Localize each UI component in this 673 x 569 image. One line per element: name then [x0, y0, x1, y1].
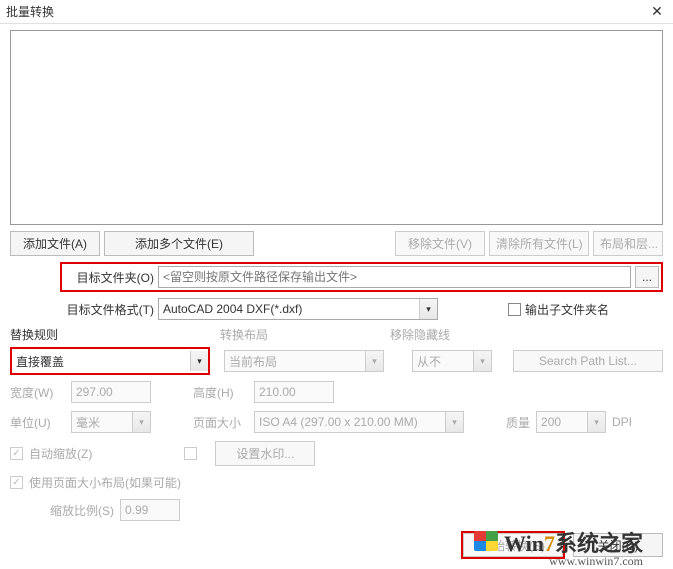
layout-layer-button[interactable]: 布局和层... [593, 231, 663, 256]
replace-rule-highlight: 直接覆盖 ▾ [10, 347, 210, 375]
target-format-select[interactable]: AutoCAD 2004 DXF(*.dxf) ▾ [158, 298, 438, 320]
chevron-down-icon: ▾ [445, 412, 463, 432]
page-layout-row: ✓ 使用页面大小布局(如果可能) [10, 474, 663, 491]
width-input [71, 381, 151, 403]
auto-zoom-checkbox: ✓ [10, 447, 23, 460]
remove-hidden-value: 从不 [413, 353, 473, 370]
content-area: 添加文件(A) 添加多个文件(E) 移除文件(V) 清除所有文件(L) 布局和层… [0, 24, 673, 539]
chevron-down-icon: ▾ [419, 299, 437, 319]
set-watermark-button[interactable]: 设置水印... [215, 441, 315, 466]
window-title: 批量转换 [6, 3, 647, 20]
output-subfolder-checkbox[interactable] [508, 303, 521, 316]
dimensions-row: 宽度(W) 高度(H) [10, 381, 663, 403]
add-multi-button[interactable]: 添加多个文件(E) [104, 231, 254, 256]
close-icon[interactable]: ✕ [647, 3, 667, 20]
quality-select: 200 ▾ [536, 411, 606, 433]
dpi-label: DPI [612, 415, 632, 429]
target-format-row: 目标文件格式(T) AutoCAD 2004 DXF(*.dxf) ▾ 输出子文… [10, 298, 663, 320]
height-label: 高度(H) [193, 384, 248, 401]
bottom-buttons: 开始转换(S) 关闭(C) [461, 531, 663, 559]
scale-ratio-input [120, 499, 180, 521]
clear-all-button[interactable]: 清除所有文件(L) [489, 231, 589, 256]
remove-file-button[interactable]: 移除文件(V) [395, 231, 485, 256]
titlebar: 批量转换 ✕ [0, 0, 673, 24]
width-label: 宽度(W) [10, 384, 65, 401]
convert-layout-value: 当前布局 [225, 353, 365, 370]
target-folder-highlight: 目标文件夹(O) ... [60, 262, 663, 292]
rule-row: 直接覆盖 ▾ 当前布局 ▾ 从不 ▾ Search Path List... [10, 347, 663, 375]
unit-row: 单位(U) 毫米 ▾ 页面大小 ISO A4 (297.00 x 210.00 … [10, 411, 663, 433]
target-folder-input[interactable] [158, 266, 631, 288]
unit-value: 毫米 [72, 414, 132, 431]
browse-button[interactable]: ... [635, 266, 659, 288]
search-path-button[interactable]: Search Path List... [513, 350, 663, 372]
replace-rule-value: 直接覆盖 [12, 353, 190, 370]
page-size-select: ISO A4 (297.00 x 210.00 MM) ▾ [254, 411, 464, 433]
replace-rule-select[interactable]: 直接覆盖 ▾ [12, 349, 208, 373]
chevron-down-icon: ▾ [587, 412, 605, 432]
chevron-down-icon: ▾ [132, 412, 150, 432]
replace-rule-header: 替换规则 [10, 326, 220, 343]
scale-row: 缩放比例(S) [50, 499, 663, 521]
chevron-down-icon: ▾ [473, 351, 491, 371]
quality-label: 质量 [506, 414, 530, 431]
file-buttons-row: 添加文件(A) 添加多个文件(E) 移除文件(V) 清除所有文件(L) 布局和层… [10, 231, 663, 256]
target-format-value: AutoCAD 2004 DXF(*.dxf) [159, 302, 419, 316]
chevron-down-icon: ▾ [365, 351, 383, 371]
close-button[interactable]: 关闭(C) [573, 533, 663, 557]
quality-value: 200 [537, 415, 587, 429]
output-subfolder-label: 输出子文件夹名 [525, 301, 609, 318]
page-size-value: ISO A4 (297.00 x 210.00 MM) [255, 415, 445, 429]
file-listbox[interactable] [10, 30, 663, 225]
target-folder-label: 目标文件夹(O) [64, 269, 154, 286]
unit-select: 毫米 ▾ [71, 411, 151, 433]
watermark-checkbox [184, 447, 197, 460]
use-page-layout-label: 使用页面大小布局(如果可能) [29, 474, 181, 491]
target-folder-row: 目标文件夹(O) ... [10, 262, 663, 292]
auto-zoom-label: 自动缩放(Z) [29, 445, 92, 462]
start-button[interactable]: 开始转换(S) [463, 533, 563, 557]
page-size-label: 页面大小 [193, 414, 248, 431]
autozoom-row: ✓ 自动缩放(Z) 设置水印... [10, 441, 663, 466]
convert-layout-select: 当前布局 ▾ [224, 350, 384, 372]
height-input [254, 381, 334, 403]
start-highlight: 开始转换(S) [461, 531, 565, 559]
add-file-button[interactable]: 添加文件(A) [10, 231, 100, 256]
target-format-label: 目标文件格式(T) [10, 301, 154, 318]
unit-label: 单位(U) [10, 414, 65, 431]
scale-ratio-label: 缩放比例(S) [50, 502, 114, 519]
remove-hidden-header: 移除隐藏线 [390, 326, 450, 343]
use-page-layout-checkbox: ✓ [10, 476, 23, 489]
chevron-down-icon: ▾ [190, 351, 208, 371]
remove-hidden-select: 从不 ▾ [412, 350, 492, 372]
convert-layout-header: 转换布局 [220, 326, 390, 343]
